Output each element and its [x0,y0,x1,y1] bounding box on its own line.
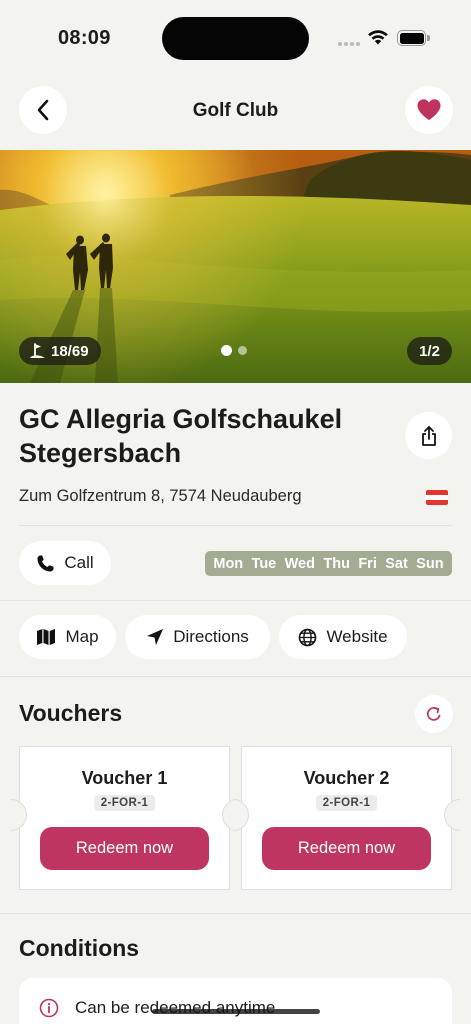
holes-count: 18/69 [51,342,89,360]
condition-text: Can be redeemed anytime [75,998,276,1017]
day-sat: Sat [385,555,408,572]
divider [0,600,471,601]
conditions-title: Conditions [19,935,140,961]
page-dot-active[interactable] [221,345,232,356]
home-indicator[interactable] [152,1009,320,1014]
cellular-signal-icon [338,40,362,46]
favorite-button[interactable] [405,86,453,134]
wifi-icon [368,30,388,45]
page-title: Golf Club [192,100,279,121]
day-wed: Wed [284,555,315,572]
opening-days-badge: Mon Tue Wed Thu Fri Sat Sun [205,551,452,576]
ticket-notch [233,799,249,831]
day-fri: Fri [358,555,377,572]
divider [19,525,452,526]
day-mon: Mon [213,555,244,572]
refresh-button[interactable] [415,695,453,733]
image-counter: 1/2 [407,337,452,365]
status-bar: 08:09 [0,0,471,76]
image-page-indicator[interactable] [221,345,247,356]
voucher-title: Voucher 2 [303,768,390,788]
voucher-card[interactable]: Voucher 2 2-FOR-1 Redeem now [233,746,460,890]
phone-icon [37,555,54,571]
voucher-tag: 2-FOR-1 [93,795,156,811]
dynamic-island [162,17,309,60]
vouchers-title: Vouchers [19,700,123,726]
website-button[interactable]: Website [279,615,407,659]
conditions-card: Can be redeemed anytime [19,978,452,1024]
holes-badge: 18/69 [19,337,101,365]
globe-icon [299,628,317,646]
heart-icon [417,99,441,120]
divider [0,913,471,914]
map-icon [37,629,56,645]
share-button[interactable] [405,412,452,459]
austria-flag-icon [426,490,448,505]
club-name: GC Allegria Golfschaukel Stegersbach [19,404,343,468]
map-button[interactable]: Map [19,615,116,659]
map-label: Map [65,627,99,646]
location-arrow-icon [147,629,164,645]
day-thu: Thu [323,555,350,572]
website-label: Website [326,627,388,646]
status-time: 08:09 [58,27,111,49]
call-button[interactable]: Call [19,541,111,585]
directions-label: Directions [173,627,249,646]
redeem-button[interactable]: Redeem now [262,827,431,870]
call-label: Call [64,553,94,572]
redeem-button[interactable]: Redeem now [40,827,209,870]
day-tue: Tue [251,555,277,572]
voucher-card[interactable]: Voucher 1 2-FOR-1 Redeem now [11,746,238,890]
ticket-notch [444,799,460,831]
info-icon [39,998,59,1018]
page-dot[interactable] [238,346,247,355]
battery-icon [397,30,430,46]
voucher-title: Voucher 1 [81,768,168,788]
divider [0,676,471,677]
refresh-icon [426,707,441,721]
day-sun: Sun [416,555,444,572]
club-address: Zum Golfzentrum 8, 7574 Neudauberg [19,487,302,505]
golf-flag-icon [30,343,45,358]
ticket-notch [11,799,27,831]
directions-button[interactable]: Directions [125,615,270,659]
voucher-tag: 2-FOR-1 [315,795,378,811]
share-icon [421,425,436,446]
